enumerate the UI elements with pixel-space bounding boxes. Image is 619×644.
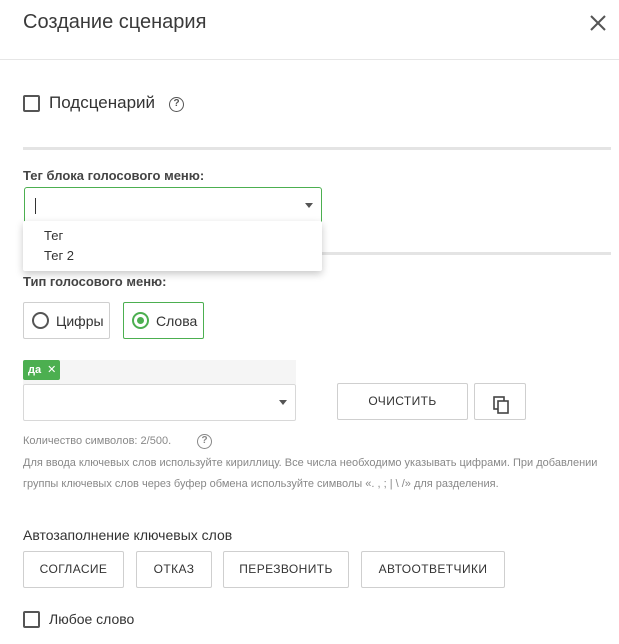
radio-words-label: Слова — [156, 313, 198, 329]
autofill-callback-button[interactable]: ПЕРЕЗВОНИТЬ — [223, 551, 349, 588]
keyword-input[interactable] — [23, 384, 296, 421]
radio-words[interactable]: Слова — [123, 302, 204, 339]
chip-remove-icon[interactable]: ✕ — [47, 360, 56, 380]
tag-block-label: Тег блока голосового меню: — [23, 168, 205, 183]
dialog-header: Создание сценария — [0, 0, 619, 60]
radio-circle-icon — [32, 312, 49, 329]
dialog-title: Создание сценария — [23, 11, 207, 33]
radio-digits-label: Цифры — [56, 313, 104, 329]
divider — [322, 252, 611, 255]
text-cursor — [35, 198, 36, 214]
help-icon[interactable]: ? — [169, 97, 184, 112]
keywords-hint: Для ввода ключевых слов используйте кири… — [23, 457, 598, 490]
chevron-down-icon[interactable] — [279, 400, 287, 405]
any-word-checkbox[interactable] — [23, 611, 40, 628]
copy-icon — [493, 393, 509, 428]
menu-type-label: Тип голосового меню: — [23, 274, 167, 289]
keyword-chip: да ✕ — [23, 360, 61, 380]
char-count: Количество символов: 2/500. — [23, 435, 172, 447]
autofill-label: Автозаполнение ключевых слов — [23, 527, 233, 543]
subscenario-label: Подсценарий — [49, 93, 156, 112]
chevron-down-icon[interactable] — [305, 203, 313, 208]
any-word-label: Любое слово — [49, 611, 135, 627]
close-icon[interactable] — [587, 12, 609, 34]
subscenario-checkbox[interactable] — [23, 95, 40, 112]
autofill-refusal-button[interactable]: ОТКАЗ — [136, 551, 212, 588]
keyword-chip-area: да ✕ — [23, 360, 296, 384]
copy-button[interactable] — [474, 383, 526, 420]
clear-button[interactable]: ОЧИСТИТЬ — [337, 383, 468, 420]
autofill-answering-machine-button[interactable]: АВТООТВЕТЧИКИ — [361, 551, 505, 588]
tag-dropdown-menu: Тег Тег 2 — [23, 221, 322, 271]
tag-block-select[interactable] — [24, 187, 322, 224]
help-icon[interactable]: ? — [197, 434, 212, 449]
divider — [23, 147, 611, 150]
keyword-chip-label: да — [28, 364, 42, 376]
dropdown-option-tag-2[interactable]: Тег 2 — [44, 248, 74, 263]
radio-checked-icon — [132, 312, 149, 329]
autofill-consent-button[interactable]: СОГЛАСИЕ — [23, 551, 124, 588]
radio-digits[interactable]: Цифры — [23, 302, 110, 339]
dropdown-option-tag[interactable]: Тег — [44, 228, 63, 243]
